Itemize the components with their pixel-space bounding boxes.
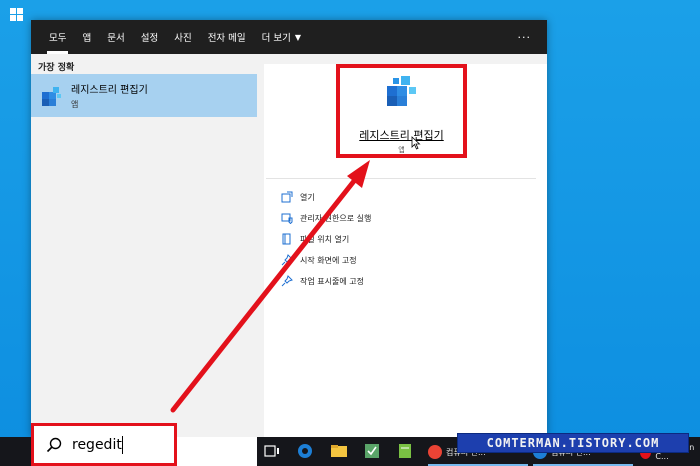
watermark: COMTERMAN.TISTORY.COM: [457, 433, 689, 453]
action-label: 관리자 권한으로 실행: [300, 213, 372, 223]
filter-tab-bar: 모두 앱 문서 설정 사진 전자 메일 더 보기 ▼ ···: [31, 20, 547, 54]
tab-settings[interactable]: 설정: [133, 20, 166, 54]
tab-label: 모두: [49, 33, 67, 44]
results-pane: 가장 정확 레지스트리 편집기 앱: [31, 54, 257, 437]
file-explorer-icon[interactable]: [330, 442, 348, 460]
pin-icon: [281, 254, 293, 266]
tab-photos[interactable]: 사진: [166, 20, 199, 54]
detail-app-type: 앱: [398, 146, 405, 154]
action-run-as-admin[interactable]: 관리자 권한으로 실행: [281, 210, 371, 226]
search-icon: [46, 437, 62, 452]
tab-email[interactable]: 전자 메일: [200, 20, 254, 54]
action-label: 작업 표시줄에 고정: [300, 276, 364, 286]
result-title: 레지스트리 편집기: [71, 85, 148, 96]
more-options-button[interactable]: ···: [518, 20, 532, 54]
mouse-cursor-icon: [411, 136, 421, 150]
taskbar-search-box[interactable]: [31, 423, 177, 466]
tab-all[interactable]: 모두: [41, 20, 74, 54]
shield-icon: [281, 213, 293, 224]
best-match-heading: 가장 정확: [38, 63, 75, 73]
detail-divider: [266, 178, 536, 179]
tab-documents[interactable]: 문서: [99, 20, 132, 54]
tab-label: 앱: [82, 33, 92, 44]
file-location-icon: [282, 233, 291, 245]
tab-label: 사진: [174, 33, 192, 44]
detail-app-title[interactable]: 레지스트리 편집기: [336, 127, 467, 143]
action-pin-to-start[interactable]: 시작 화면에 고정: [281, 252, 357, 268]
tab-label: 문서: [107, 33, 125, 44]
best-match-result[interactable]: 레지스트리 편집기 앱: [31, 74, 257, 117]
search-box-extension[interactable]: [177, 437, 257, 466]
edge-browser-icon[interactable]: [296, 442, 314, 460]
action-label: 시작 화면에 고정: [300, 255, 357, 265]
action-label: 파일 위치 열기: [300, 234, 350, 244]
text-cursor: [122, 435, 123, 454]
open-icon: [281, 191, 293, 203]
tab-label: 설정: [140, 33, 159, 44]
tab-label: 더 보기: [261, 33, 291, 44]
tab-more[interactable]: 더 보기 ▼: [254, 20, 309, 54]
pin-icon: [281, 275, 293, 287]
registry-editor-large-icon: [387, 76, 416, 106]
notepad-icon[interactable]: [396, 442, 414, 460]
action-label: 열기: [300, 192, 315, 202]
registry-editor-icon: [42, 86, 61, 106]
search-panel: 모두 앱 문서 설정 사진 전자 메일 더 보기 ▼ ··· 가장 정확 레지스트…: [31, 20, 547, 437]
action-pin-to-taskbar[interactable]: 작업 표시줄에 고정: [281, 273, 364, 289]
detail-pane: [264, 64, 547, 437]
windows-start-icon[interactable]: [10, 8, 23, 21]
tab-apps[interactable]: 앱: [74, 20, 99, 54]
search-input[interactable]: [72, 436, 162, 453]
action-open[interactable]: 열기: [281, 189, 315, 205]
result-type: 앱: [71, 100, 79, 109]
action-open-file-location[interactable]: 파일 위치 열기: [281, 231, 349, 247]
tab-label: 전자 메일: [207, 33, 246, 44]
chevron-down-icon: ▼: [294, 32, 302, 42]
app-icon[interactable]: [363, 442, 381, 460]
task-view-icon[interactable]: [263, 442, 281, 460]
chrome-icon: [428, 445, 442, 459]
